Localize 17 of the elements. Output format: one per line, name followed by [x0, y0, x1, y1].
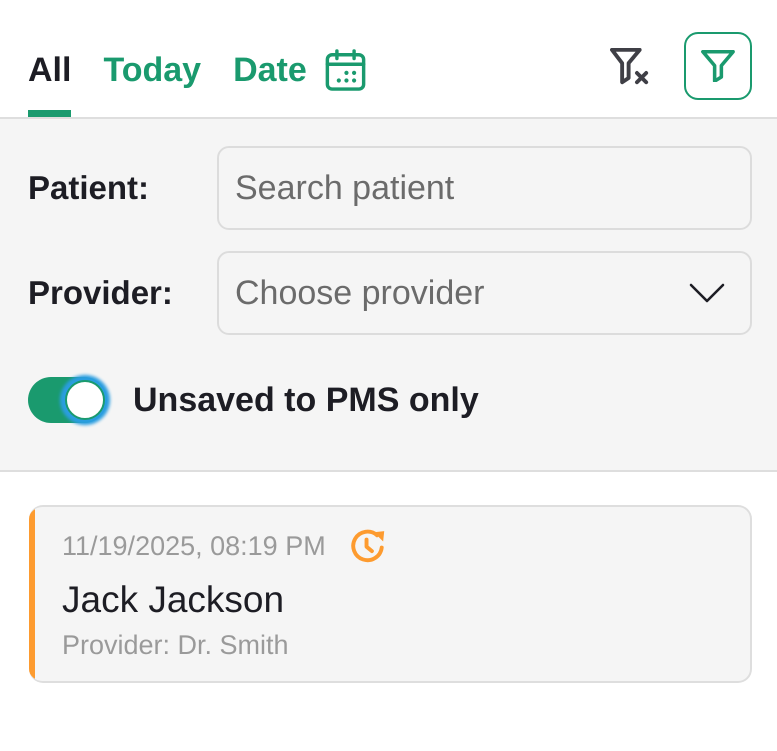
- patient-name: Jack Jackson: [62, 578, 286, 622]
- clear-filters-button[interactable]: [610, 48, 650, 84]
- calendar-icon: [324, 49, 366, 91]
- filter-button[interactable]: [684, 32, 752, 100]
- field-label: Patient:: [28, 168, 150, 208]
- appointment-datetime: 11/19/2025, 08:19 PM: [62, 530, 326, 563]
- field-label: Provider:: [28, 273, 174, 313]
- toggle-label: Unsaved to PMS only: [133, 380, 479, 420]
- filter-clear-icon: [610, 48, 650, 84]
- chevron-down-icon: [689, 283, 725, 303]
- provider-name: Provider: Dr. Smith: [62, 629, 290, 662]
- tab[interactable]: Today: [103, 49, 202, 117]
- appointment-card[interactable]: 11/19/2025, 08:19 PM Jack Jackson Provider: Dr. Smith: [29, 505, 752, 683]
- patient-search-field[interactable]: Search patient: [217, 146, 752, 230]
- provider-select[interactable]: Choose provider: [217, 251, 752, 335]
- tab[interactable]: Date: [233, 49, 366, 117]
- filter-icon: [701, 50, 735, 82]
